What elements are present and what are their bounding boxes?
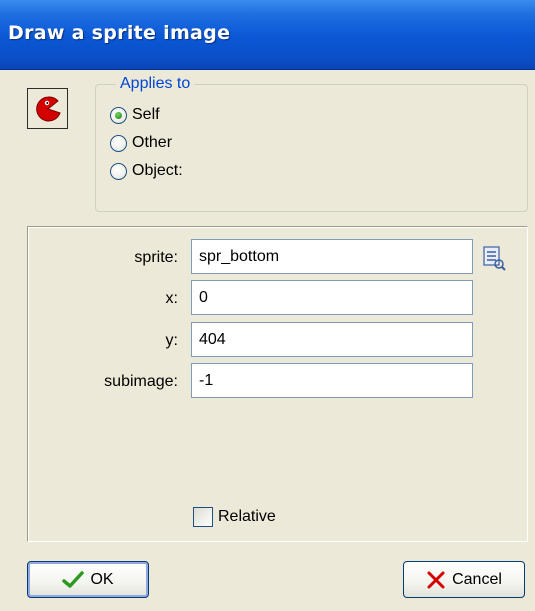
y-field[interactable]: 404 xyxy=(191,322,473,357)
title-bar[interactable]: Draw a sprite image xyxy=(0,0,535,70)
radio-self-label: Self xyxy=(132,106,160,123)
y-label: y: xyxy=(165,332,178,349)
radio-button[interactable] xyxy=(110,134,127,152)
ok-button-label: OK xyxy=(90,570,114,588)
subimage-label: subimage: xyxy=(104,373,178,390)
action-icon-box xyxy=(27,88,68,129)
radio-button[interactable] xyxy=(110,162,127,180)
sprite-list-icon xyxy=(483,246,506,271)
pacman-sprite-icon xyxy=(35,95,61,121)
x-field[interactable]: 0 xyxy=(191,280,473,315)
cancel-button[interactable]: Cancel xyxy=(403,561,525,598)
ok-button[interactable]: OK xyxy=(27,561,149,598)
sprite-label: sprite: xyxy=(134,249,178,266)
radio-other-label: Other xyxy=(132,134,173,151)
relative-checkbox[interactable] xyxy=(193,507,213,527)
radio-self[interactable]: Self xyxy=(110,104,160,126)
window-title: Draw a sprite image xyxy=(8,22,231,44)
sprite-field[interactable]: spr_bottom xyxy=(191,239,473,274)
cancel-button-label: Cancel xyxy=(452,570,502,588)
subimage-field[interactable]: -1 xyxy=(191,363,473,398)
radio-object-label: Object: xyxy=(132,162,183,179)
relative-checkbox-row[interactable]: Relative xyxy=(193,507,276,527)
x-icon xyxy=(427,571,445,588)
applies-to-legend: Applies to xyxy=(116,75,195,93)
radio-other[interactable]: Other xyxy=(110,132,172,154)
relative-label: Relative xyxy=(218,508,276,525)
radio-object[interactable]: Object: xyxy=(110,160,183,182)
x-label: x: xyxy=(165,290,178,307)
radio-button-checked[interactable] xyxy=(110,106,127,124)
dialog-window: Draw a sprite image Applies to Self Othe… xyxy=(0,0,535,611)
checkmark-icon xyxy=(62,570,85,588)
browse-sprite-button[interactable] xyxy=(481,243,507,273)
